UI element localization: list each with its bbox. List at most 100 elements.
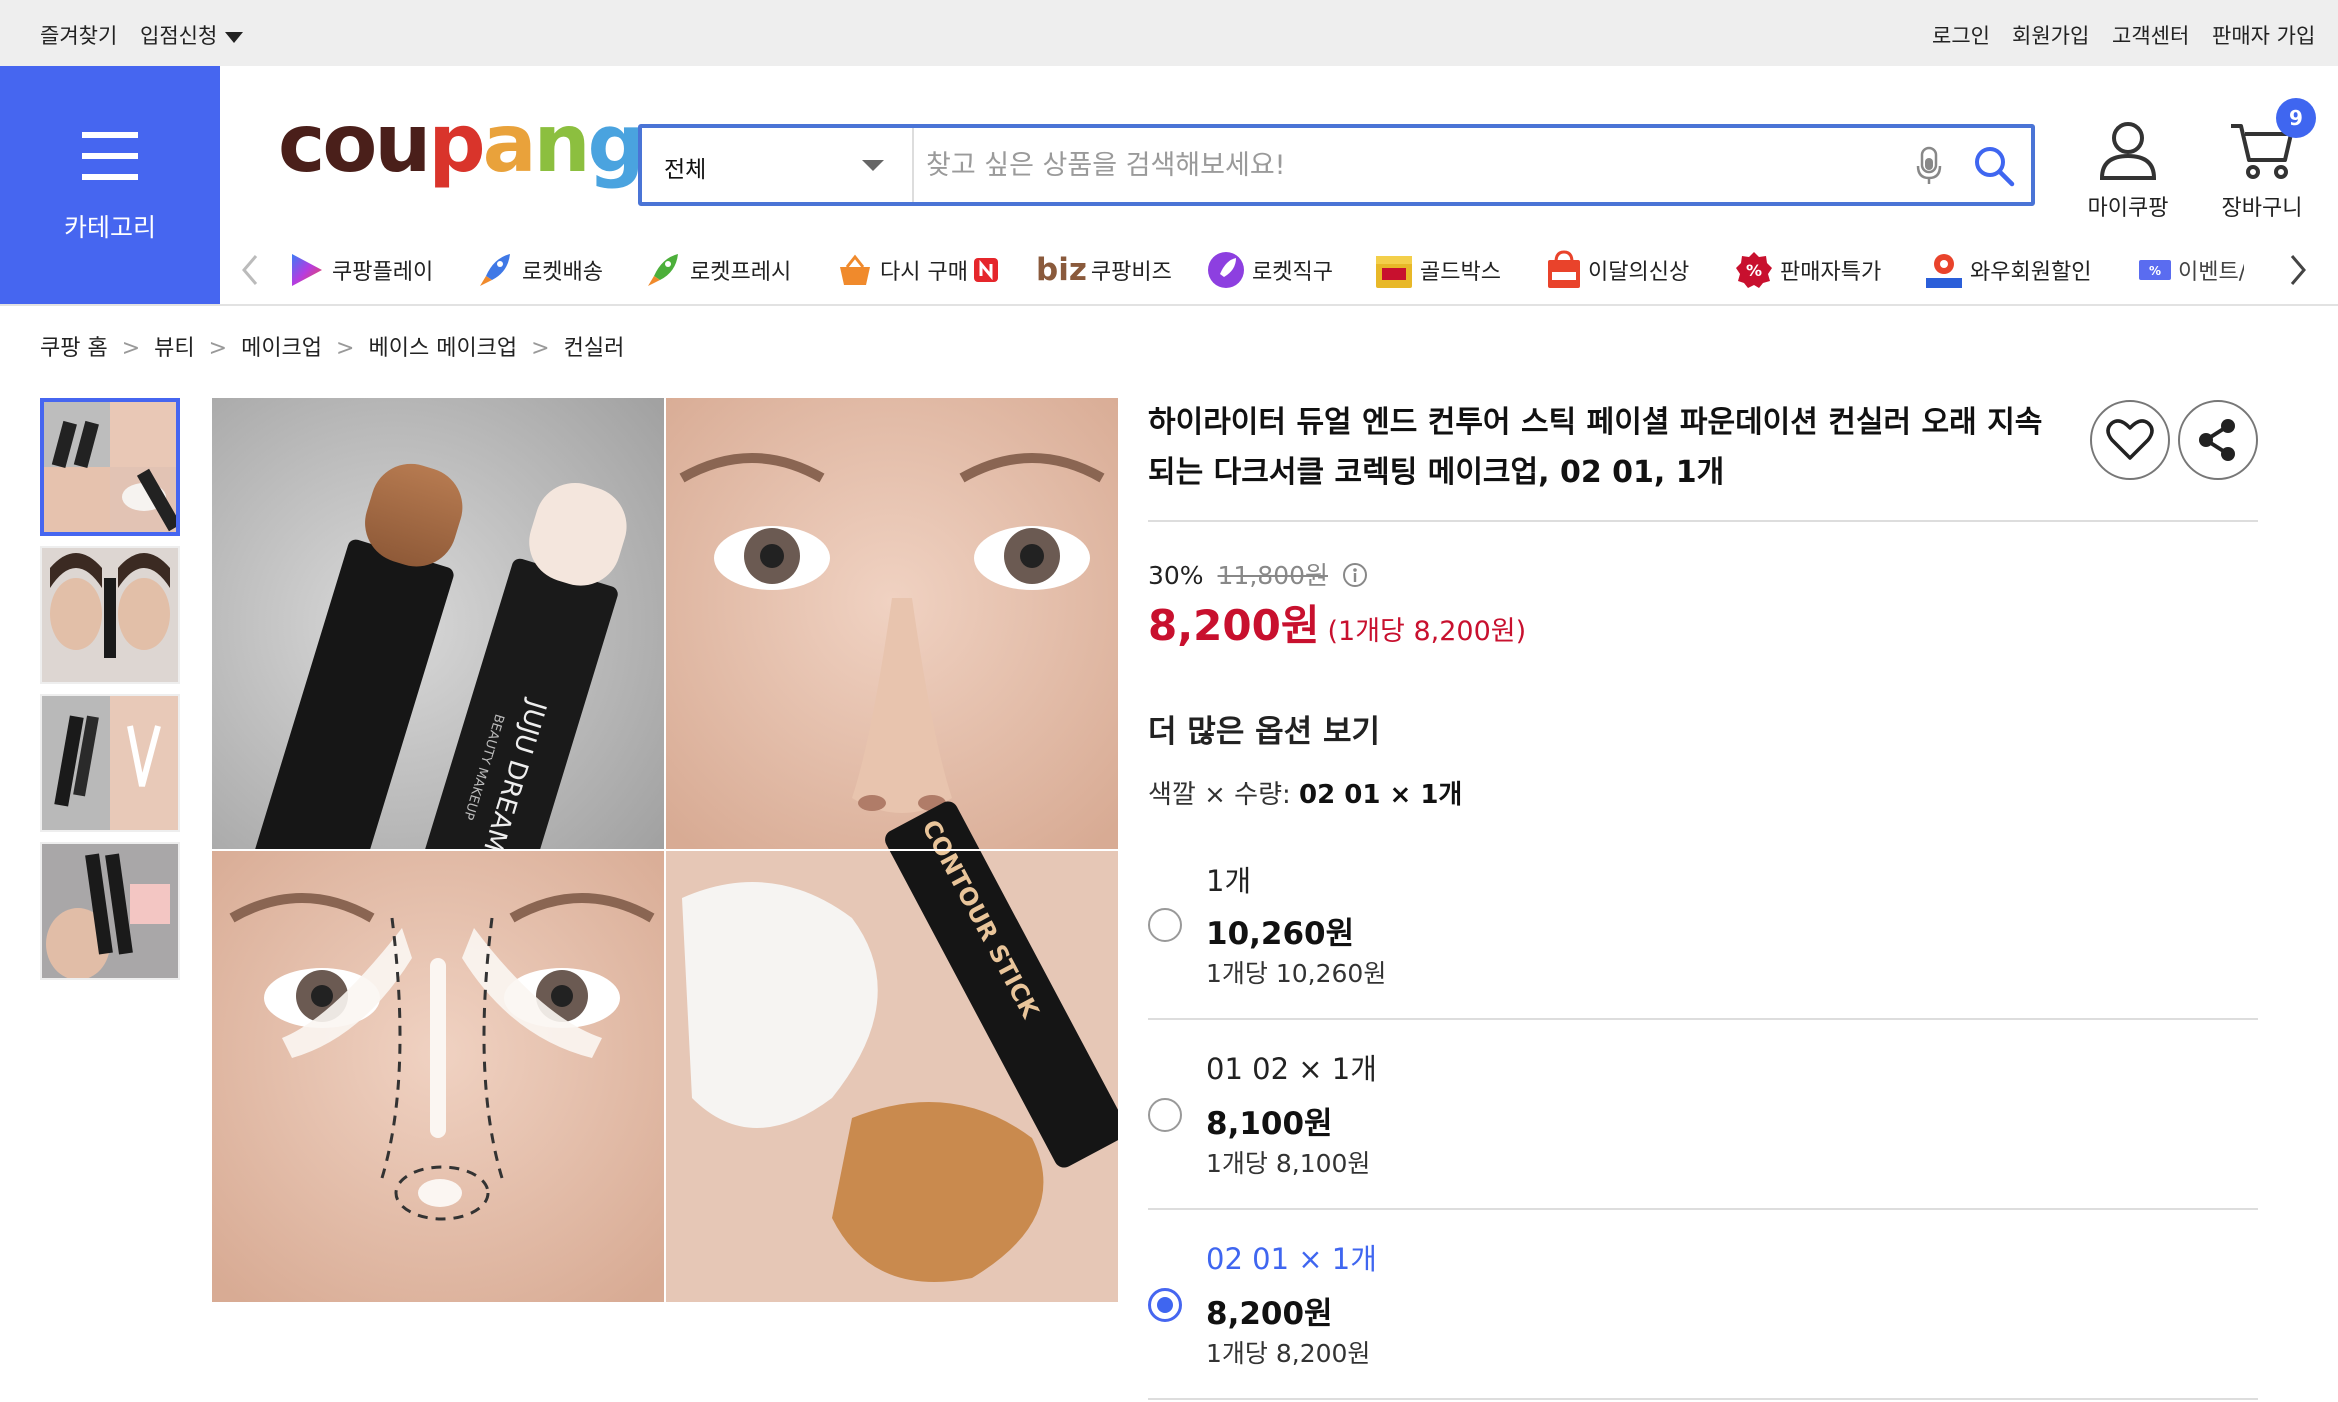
selected-option-value: 02 01 × 1개 (1299, 780, 1463, 810)
nav-label: 쿠팡비즈 (1090, 260, 1172, 285)
favorites-link[interactable]: 즐겨찾기 (40, 20, 117, 50)
option-radio-selected[interactable] (1148, 1288, 1182, 1322)
mycoupang-label: 마이쿠팡 (2087, 196, 2169, 221)
option-radio[interactable] (1148, 1098, 1182, 1132)
logo-letter: c (278, 97, 325, 190)
dropdown-arrow-icon (862, 160, 884, 171)
logo-letter: o (322, 97, 377, 190)
search-icon[interactable] (1972, 144, 2016, 188)
svg-text:%: % (1746, 261, 1762, 280)
top-utility-bar: 즐겨찾기 입점신청 로그인 회원가입 고객센터 판매자 가입 (0, 0, 2338, 66)
microphone-icon[interactable] (1916, 146, 1942, 186)
nav-label: 판매자특가 (1780, 260, 1882, 285)
breadcrumb-beauty[interactable]: 뷰티 (154, 336, 194, 361)
nav-label: 골드박스 (1420, 260, 1501, 285)
search-input[interactable] (926, 140, 1886, 190)
login-link[interactable]: 로그인 (1932, 20, 1990, 50)
nav-item-rocket-fresh[interactable]: 로켓프레시 (642, 248, 791, 292)
wow-icon (1926, 254, 1962, 288)
search-bar: 전체 (638, 124, 2035, 206)
option-row[interactable]: 02 01 × 1개 8,200원 1개당 8,200원 (1148, 1232, 2258, 1400)
category-menu-button[interactable]: 카테고리 (0, 66, 220, 304)
coupon-icon: % (2139, 260, 2171, 280)
thumbnail-image (42, 548, 178, 682)
new-bag-icon (1548, 250, 1580, 288)
category-label: 카테고리 (63, 213, 156, 242)
option-price: 8,200원 (1206, 1296, 1333, 1332)
option-name: 1개 (1206, 864, 1252, 898)
nav-prev-arrow-icon[interactable] (238, 252, 262, 288)
product-thumbnail-2[interactable] (40, 546, 180, 684)
option-divider (1148, 1398, 2258, 1400)
breadcrumb: 쿠팡 홈 > 뷰티 > 메이크업 > 베이스 메이크업 > 컨실러 (40, 336, 625, 361)
breadcrumb-concealer[interactable]: 컨실러 (564, 336, 625, 361)
product-thumbnail-4[interactable] (40, 842, 180, 980)
svg-text:%: % (2149, 264, 2161, 278)
nav-item-rocket-global[interactable]: 로켓직구 (1206, 248, 1333, 292)
caret-down-icon (225, 31, 244, 43)
rocket-fresh-icon (648, 254, 678, 286)
discount-rate: 30% (1148, 561, 1204, 590)
nav-item-seller-deals[interactable]: % 판매자특가 (1734, 248, 1881, 292)
search-scope-value: 전체 (664, 157, 707, 183)
breadcrumb-home[interactable]: 쿠팡 홈 (40, 336, 108, 361)
hamburger-icon (82, 132, 138, 180)
nav-label: 쿠팡플레이 (332, 260, 434, 285)
cart-count-badge: 9 (2276, 98, 2316, 138)
coupang-logo[interactable]: coupang (278, 97, 645, 190)
cart-label: 장바구니 (2221, 196, 2303, 221)
share-button[interactable] (2178, 400, 2258, 480)
breadcrumb-base-makeup[interactable]: 베이스 메이크업 (368, 336, 517, 361)
biz-icon: biz (1036, 252, 1087, 288)
heart-icon (2106, 419, 2154, 460)
option-row[interactable]: 01 02 × 1개 8,100원 1개당 8,100원 (1148, 1042, 2258, 1210)
nav-label: 와우회원할인 (1970, 260, 2092, 285)
nav-label: 이달의신상 (1588, 260, 1690, 285)
user-icon (2099, 122, 2157, 180)
selected-option-prefix: 색깔 × 수량: (1148, 780, 1291, 810)
nav-item-coupang-play[interactable]: 쿠팡플레이 (286, 248, 433, 292)
mycoupang-button[interactable]: 마이쿠팡 (2082, 118, 2174, 222)
price-row: 8,200원 (1개당 8,200원) (1148, 592, 1526, 653)
sale-price: 8,200원 (1148, 601, 1320, 650)
nav-item-goldbox[interactable]: 골드박스 (1374, 248, 1501, 292)
main-product-image-graphic: JUJU DREAM BEAUTY MAKEUP CONTOUR STICK (212, 398, 1118, 1302)
nav-item-wow-discount[interactable]: 와우회원할인 (1924, 248, 2091, 292)
nav-item-rebuy[interactable]: 다시 구매 (836, 248, 998, 292)
wishlist-button[interactable] (2090, 400, 2170, 480)
header-divider (0, 304, 2338, 306)
thumbnail-image (42, 696, 178, 830)
nav-label: 다시 구매 (880, 260, 968, 285)
option-price: 10,260원 (1206, 916, 1355, 952)
nav-label: 로켓프레시 (690, 260, 792, 285)
store-apply-link[interactable]: 입점신청 (140, 20, 244, 50)
store-apply-label: 입점신청 (140, 24, 218, 48)
search-scope-select[interactable]: 전체 (642, 128, 914, 202)
nav-label: 로켓배송 (522, 260, 603, 285)
main-product-image[interactable]: JUJU DREAM BEAUTY MAKEUP CONTOUR STICK (212, 398, 1118, 1302)
selected-option-summary: 색깔 × 수량: 02 01 × 1개 (1148, 774, 1462, 811)
nav-item-events[interactable]: % 이벤트/ (2138, 248, 2244, 292)
logo-letter: p (428, 97, 485, 190)
more-options-heading: 더 많은 옵션 보기 (1148, 714, 1381, 750)
info-icon[interactable] (1342, 562, 1368, 588)
nav-item-new-arrivals[interactable]: 이달의신상 (1546, 248, 1689, 292)
option-radio[interactable] (1148, 908, 1182, 942)
thumbnail-image (44, 402, 176, 532)
nav-item-coupang-biz[interactable]: biz 쿠팡비즈 (1036, 248, 1172, 292)
option-row[interactable]: 1개 10,260원 1개당 10,260원 (1148, 852, 2258, 1020)
nav-next-arrow-icon[interactable] (2286, 252, 2310, 288)
customer-center-link[interactable]: 고객센터 (2112, 20, 2189, 50)
discount-row: 30% 11,800원 (1148, 556, 1368, 592)
product-thumbnail-3[interactable] (40, 694, 180, 832)
nav-item-rocket-delivery[interactable]: 로켓배송 (474, 248, 603, 292)
breadcrumb-makeup[interactable]: 메이크업 (241, 336, 322, 361)
logo-letter: a (482, 97, 537, 190)
logo-letter: n (533, 97, 591, 190)
rocket-icon (480, 254, 510, 286)
goldbox-icon (1376, 256, 1412, 288)
nav-label: 이벤트/ (2178, 260, 2244, 285)
signup-link[interactable]: 회원가입 (2012, 20, 2089, 50)
product-thumbnail-1[interactable] (40, 398, 180, 536)
seller-signup-link[interactable]: 판매자 가입 (2212, 20, 2315, 50)
